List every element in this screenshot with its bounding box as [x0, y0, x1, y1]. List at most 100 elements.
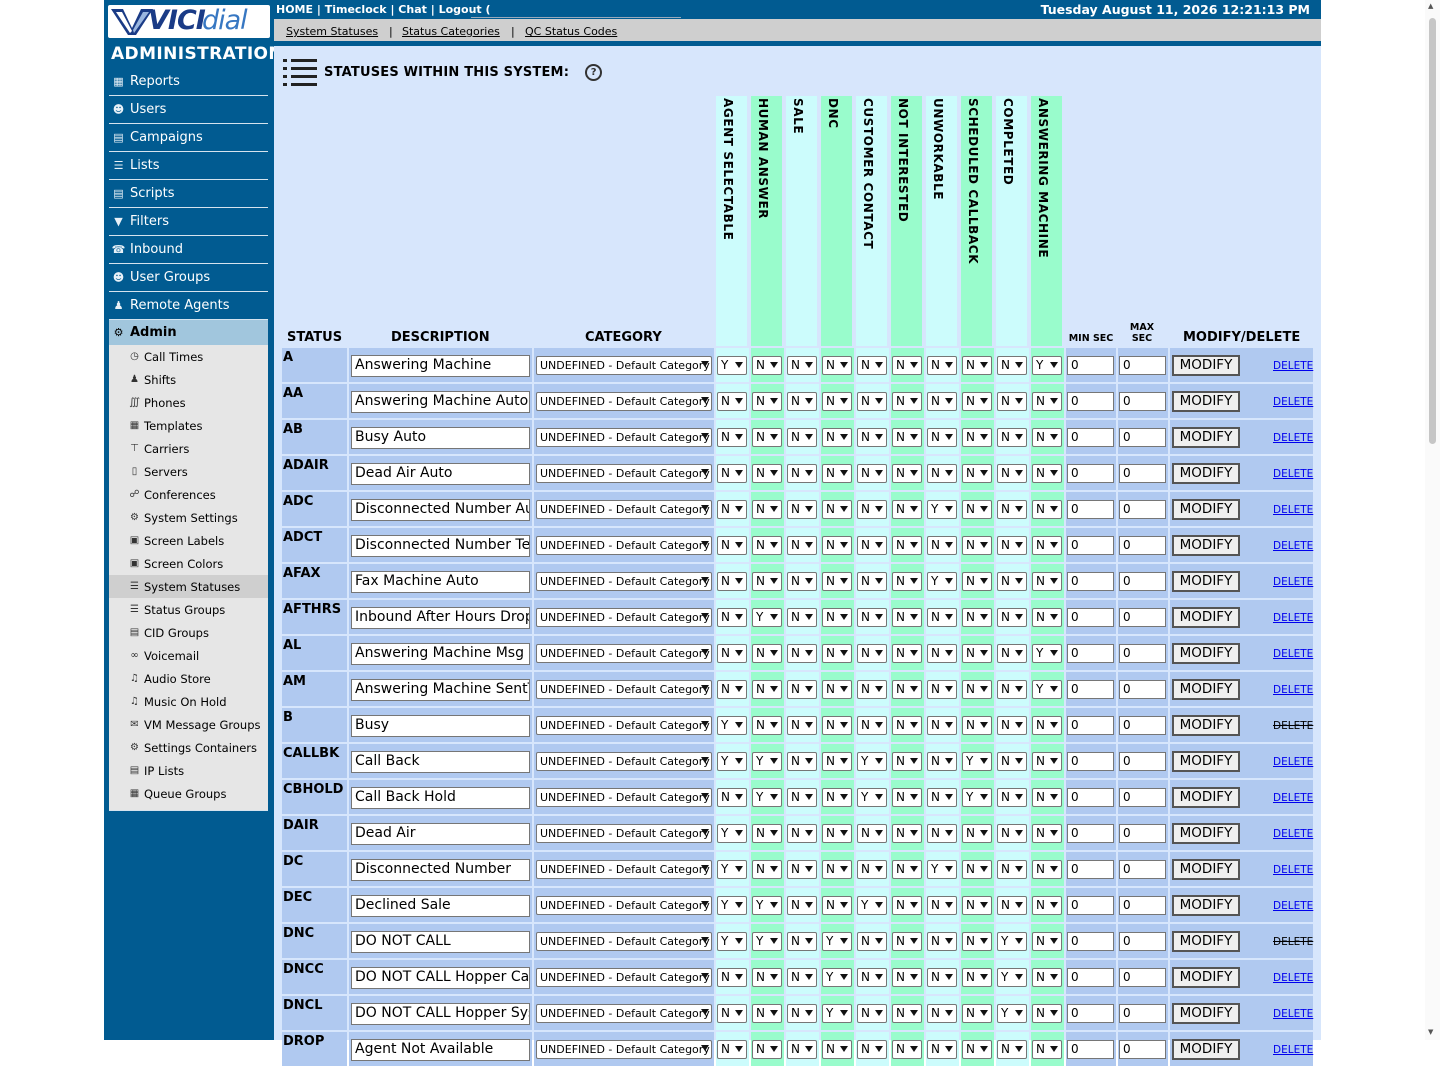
completed-select[interactable]: N: [997, 896, 1027, 915]
agent-selectable-select[interactable]: N: [717, 608, 747, 627]
not-interested-select[interactable]: N: [892, 644, 922, 663]
category-select[interactable]: UNDEFINED - Default Category: [536, 716, 712, 735]
modify-button[interactable]: MODIFY: [1172, 427, 1240, 448]
unworkable-select[interactable]: N: [927, 896, 957, 915]
scheduled-callback-select[interactable]: N: [962, 1004, 992, 1023]
sale-select[interactable]: N: [787, 752, 817, 771]
not-interested-select[interactable]: N: [892, 392, 922, 411]
human-answer-select[interactable]: N: [752, 572, 782, 591]
modify-button[interactable]: MODIFY: [1172, 787, 1240, 808]
human-answer-select[interactable]: Y: [752, 608, 782, 627]
agent-selectable-select[interactable]: N: [717, 464, 747, 483]
unworkable-select[interactable]: Y: [927, 860, 957, 879]
unworkable-select[interactable]: N: [927, 788, 957, 807]
customer-contact-select[interactable]: N: [857, 716, 887, 735]
answering-machine-select[interactable]: N: [1032, 392, 1062, 411]
delete-link[interactable]: DELETE: [1273, 648, 1313, 660]
dnc-select[interactable]: N: [822, 608, 852, 627]
delete-link[interactable]: DELETE: [1273, 684, 1313, 696]
completed-select[interactable]: Y: [997, 968, 1027, 987]
max-sec-input[interactable]: 0: [1119, 536, 1166, 555]
dnc-select[interactable]: N: [822, 1040, 852, 1059]
dnc-select[interactable]: N: [822, 464, 852, 483]
modify-button[interactable]: MODIFY: [1172, 607, 1240, 628]
scheduled-callback-select[interactable]: N: [962, 500, 992, 519]
min-sec-input[interactable]: 0: [1067, 1004, 1114, 1023]
dnc-select[interactable]: N: [822, 896, 852, 915]
modify-button[interactable]: MODIFY: [1172, 355, 1240, 376]
not-interested-select[interactable]: N: [892, 680, 922, 699]
sale-select[interactable]: N: [787, 608, 817, 627]
answering-machine-select[interactable]: N: [1032, 536, 1062, 555]
answering-machine-select[interactable]: N: [1032, 824, 1062, 843]
description-input[interactable]: Busy: [351, 715, 530, 737]
description-input[interactable]: Answering Machine Msg F: [351, 643, 530, 665]
completed-select[interactable]: N: [997, 788, 1027, 807]
min-sec-input[interactable]: 0: [1067, 464, 1114, 483]
category-select[interactable]: UNDEFINED - Default Category: [536, 500, 712, 519]
home-link[interactable]: HOME: [276, 3, 313, 16]
customer-contact-select[interactable]: N: [857, 644, 887, 663]
dnc-select[interactable]: N: [822, 392, 852, 411]
sidebar-item-reports[interactable]: ▦ Reports: [109, 68, 268, 96]
sale-select[interactable]: N: [787, 788, 817, 807]
category-select[interactable]: UNDEFINED - Default Category: [536, 1004, 712, 1023]
subnav-item-ip-lists[interactable]: ▤ IP Lists: [109, 759, 268, 782]
answering-machine-select[interactable]: N: [1032, 608, 1062, 627]
customer-contact-select[interactable]: N: [857, 572, 887, 591]
modify-button[interactable]: MODIFY: [1172, 1039, 1240, 1060]
help-icon[interactable]: ?: [585, 63, 603, 81]
unworkable-select[interactable]: Y: [927, 572, 957, 591]
max-sec-input[interactable]: 0: [1119, 1004, 1166, 1023]
customer-contact-select[interactable]: N: [857, 356, 887, 375]
delete-link[interactable]: DELETE: [1273, 792, 1313, 804]
modify-button[interactable]: MODIFY: [1172, 715, 1240, 736]
scroll-down-icon[interactable]: ▼: [1428, 1028, 1433, 1036]
completed-select[interactable]: N: [997, 824, 1027, 843]
vicidial-logo[interactable]: VICI dial: [108, 5, 270, 38]
not-interested-select[interactable]: N: [892, 464, 922, 483]
category-select[interactable]: UNDEFINED - Default Category: [536, 752, 712, 771]
delete-link[interactable]: DELETE: [1273, 864, 1313, 876]
scheduled-callback-select[interactable]: N: [962, 536, 992, 555]
scheduled-callback-select[interactable]: N: [962, 356, 992, 375]
completed-select[interactable]: N: [997, 356, 1027, 375]
dnc-select[interactable]: N: [822, 536, 852, 555]
subnav-item-templates[interactable]: ▦ Templates: [109, 414, 268, 437]
customer-contact-select[interactable]: N: [857, 968, 887, 987]
dnc-select[interactable]: N: [822, 428, 852, 447]
agent-selectable-select[interactable]: Y: [717, 896, 747, 915]
completed-select[interactable]: N: [997, 716, 1027, 735]
modify-button[interactable]: MODIFY: [1172, 643, 1240, 664]
answering-machine-select[interactable]: N: [1032, 968, 1062, 987]
sidebar-item-admin[interactable]: ⚙ Admin: [109, 320, 268, 345]
sidebar-item-scripts[interactable]: ▤ Scripts: [109, 180, 268, 208]
answering-machine-select[interactable]: N: [1032, 1040, 1062, 1059]
max-sec-input[interactable]: 0: [1119, 1040, 1166, 1059]
category-select[interactable]: UNDEFINED - Default Category: [536, 356, 712, 375]
min-sec-input[interactable]: 0: [1067, 932, 1114, 951]
not-interested-select[interactable]: N: [892, 428, 922, 447]
category-select[interactable]: UNDEFINED - Default Category: [536, 608, 712, 627]
max-sec-input[interactable]: 0: [1119, 356, 1166, 375]
customer-contact-select[interactable]: N: [857, 860, 887, 879]
agent-selectable-select[interactable]: Y: [717, 860, 747, 879]
unworkable-select[interactable]: N: [927, 968, 957, 987]
description-input[interactable]: Answering Machine SentT: [351, 679, 530, 701]
customer-contact-select[interactable]: Y: [857, 752, 887, 771]
dnc-select[interactable]: N: [822, 572, 852, 591]
category-select[interactable]: UNDEFINED - Default Category: [536, 644, 712, 663]
description-input[interactable]: Busy Auto: [351, 427, 530, 449]
delete-link[interactable]: DELETE: [1273, 828, 1313, 840]
category-select[interactable]: UNDEFINED - Default Category: [536, 1040, 712, 1059]
agent-selectable-select[interactable]: N: [717, 536, 747, 555]
customer-contact-select[interactable]: N: [857, 824, 887, 843]
unworkable-select[interactable]: N: [927, 608, 957, 627]
answering-machine-select[interactable]: N: [1032, 464, 1062, 483]
scheduled-callback-select[interactable]: N: [962, 392, 992, 411]
sale-select[interactable]: N: [787, 644, 817, 663]
sale-select[interactable]: N: [787, 464, 817, 483]
category-select[interactable]: UNDEFINED - Default Category: [536, 788, 712, 807]
completed-select[interactable]: N: [997, 392, 1027, 411]
agent-selectable-select[interactable]: Y: [717, 824, 747, 843]
